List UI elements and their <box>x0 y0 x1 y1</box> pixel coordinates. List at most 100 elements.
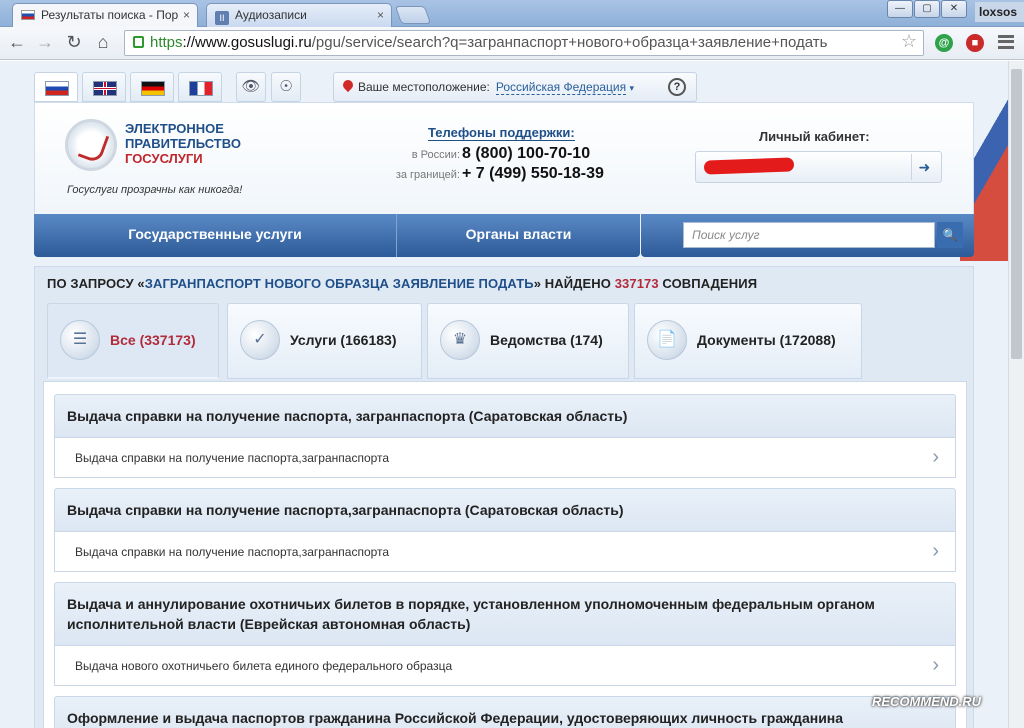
results-summary: ПО ЗАПРОСУ «ЗАГРАНПАСПОРТ НОВОГО ОБРАЗЦА… <box>47 276 757 291</box>
search-icon[interactable]: 🔍 <box>937 222 963 248</box>
profile-name[interactable]: loxsos <box>975 2 1024 22</box>
browser-tab-audio[interactable]: II Аудиозаписи × <box>206 3 392 27</box>
browser-toolbar: ← → ↻ ⌂ https://www.gosuslugi.ru/pgu/ser… <box>0 27 1024 60</box>
tab-title: Аудиозаписи <box>235 8 307 22</box>
red-extension-icon[interactable]: ■ <box>966 34 984 52</box>
result-service-link[interactable]: Выдача справки на получение паспорта,заг… <box>54 438 956 478</box>
coat-of-arms-icon: ♛ <box>440 320 480 360</box>
redacted-username <box>703 157 795 175</box>
nav-authorities[interactable]: Органы власти <box>397 214 640 257</box>
location-selector: Ваше местоположение: Российская Федерация… <box>333 72 697 102</box>
phone-label: за границей: <box>395 169 460 181</box>
bookmark-star-icon[interactable]: ☆ <box>901 31 917 52</box>
home-icon[interactable]: ⌂ <box>92 32 114 53</box>
phones-title[interactable]: Телефоны поддержки: <box>428 125 575 141</box>
chevron-right-icon: › <box>932 446 939 468</box>
logo-line-3: ГОСУСЛУГИ <box>125 151 203 166</box>
help-icon[interactable]: ? <box>668 78 686 96</box>
language-fr-button[interactable] <box>178 72 222 102</box>
url-host: ://www.gosuslugi.ru <box>182 34 312 51</box>
cabinet-user-box[interactable]: ➜ <box>695 151 942 183</box>
back-arrow-icon[interactable]: ← <box>6 32 28 53</box>
checkmark-icon: ✓ <box>240 320 280 360</box>
phone-number: + 7 (499) 550-18-39 <box>462 165 604 182</box>
list-icon: ☰ <box>60 320 100 360</box>
pause-icon: II <box>215 11 229 25</box>
location-label: Ваше местоположение: <box>358 80 490 94</box>
support-phones: Телефоны поддержки: в России: 8 (800) 10… <box>390 125 630 185</box>
russia-flag-icon <box>21 10 35 20</box>
new-tab-button[interactable] <box>394 6 432 24</box>
maximize-button[interactable]: ▢ <box>914 0 940 18</box>
location-pin-icon <box>340 77 356 93</box>
summary-suffix: СОВПАДЕНИЯ <box>658 276 758 291</box>
site-slogan: Госуслуги прозрачны как никогда! <box>67 184 243 196</box>
summary-prefix: ПО ЗАПРОСУ « <box>47 276 145 291</box>
chevron-right-icon: › <box>932 654 939 676</box>
page-content: 👁 ☉ Ваше местоположение: Российская Федер… <box>0 61 1008 728</box>
result-title[interactable]: Выдача и аннулирование охотничьих билето… <box>54 582 956 646</box>
tab-documents[interactable]: 📄 Документы (172088) <box>634 303 862 379</box>
search-query: ЗАГРАНПАСПОРТ НОВОГО ОБРАЗЦА ЗАЯВЛЕНИЕ П… <box>144 276 534 291</box>
logout-icon[interactable]: ➜ <box>911 154 937 180</box>
service-search: Поиск услуг 🔍 <box>641 214 974 257</box>
lock-icon <box>133 36 144 48</box>
tab-label: Услуги (166183) <box>290 332 397 348</box>
watermark: RECOMMEND.RU <box>872 694 982 709</box>
result-service-label: Выдача справки на получение паспорта,заг… <box>75 451 390 465</box>
menu-icon[interactable] <box>998 35 1014 49</box>
language-de-button[interactable] <box>130 72 174 102</box>
results-count: 337173 <box>614 276 659 291</box>
browser-tab-search-results[interactable]: Результаты поиска - Пор × <box>12 3 198 28</box>
minimize-button[interactable]: — <box>887 0 913 18</box>
service-search-input[interactable]: Поиск услуг <box>683 222 935 248</box>
url-path: /pgu/service/search?q=загранпаспорт+ново… <box>311 34 828 51</box>
tab-label: Ведомства (174) <box>490 332 603 348</box>
compass-icon[interactable]: ☉ <box>271 72 301 102</box>
result-title[interactable]: Выдача справки на получение паспорта, за… <box>54 394 956 438</box>
result-title[interactable]: Оформление и выдача паспортов гражданина… <box>54 696 956 728</box>
site-header: ЭЛЕКТРОННОЕ ПРАВИТЕЛЬСТВО ГОСУСЛУГИ Госу… <box>34 102 974 214</box>
site-logo-text[interactable]: ЭЛЕКТРОННОЕ ПРАВИТЕЛЬСТВО ГОСУСЛУГИ <box>125 121 241 166</box>
browser-tab-strip: Результаты поиска - Пор × II Аудиозаписи … <box>0 0 1024 28</box>
reload-icon[interactable]: ↻ <box>63 32 85 53</box>
tab-close-icon[interactable]: × <box>183 8 190 22</box>
result-service-link[interactable]: Выдача нового охотничьего билета единого… <box>54 646 956 686</box>
page-scrollbar[interactable] <box>1008 61 1024 728</box>
gosuslugi-logo-icon[interactable] <box>65 119 117 171</box>
germany-flag-icon <box>141 81 165 96</box>
nav-gov-services[interactable]: Государственные услуги <box>34 214 396 257</box>
uk-flag-icon <box>93 81 117 96</box>
phone-number: 8 (800) 100-70-10 <box>462 145 591 162</box>
language-en-button[interactable] <box>82 72 126 102</box>
summary-middle: » НАЙДЕНО <box>533 276 615 291</box>
language-ru-button[interactable] <box>34 72 78 102</box>
phone-row: в России: 8 (800) 100-70-10 <box>390 145 630 165</box>
accessibility-eye-icon[interactable]: 👁 <box>236 72 266 102</box>
result-service-link[interactable]: Выдача справки на получение паспорта,заг… <box>54 532 956 572</box>
location-region-dropdown[interactable]: Российская Федерация <box>495 80 627 95</box>
tab-departments[interactable]: ♛ Ведомства (174) <box>427 303 629 379</box>
close-window-button[interactable]: ✕ <box>941 0 967 18</box>
tab-label: Документы (172088) <box>697 332 836 348</box>
tab-close-icon[interactable]: × <box>377 8 384 22</box>
results-list: Выдача справки на получение паспорта, за… <box>43 381 967 728</box>
france-flag-icon <box>189 81 213 96</box>
address-bar[interactable]: https://www.gosuslugi.ru/pgu/service/sea… <box>124 30 924 56</box>
documents-icon: 📄 <box>647 320 687 360</box>
cabinet-title: Личный кабинет: <box>759 129 870 144</box>
phone-label: в России: <box>411 149 460 161</box>
scrollbar-thumb[interactable] <box>1011 69 1022 359</box>
tab-services[interactable]: ✓ Услуги (166183) <box>227 303 422 379</box>
logo-line-2: ПРАВИТЕЛЬСТВО <box>125 136 241 151</box>
result-service-label: Выдача справки на получение паспорта,заг… <box>75 545 390 559</box>
result-title[interactable]: Выдача справки на получение паспорта,заг… <box>54 488 956 532</box>
main-navigation: Государственные услуги Органы власти <box>34 214 640 257</box>
green-extension-icon[interactable]: @ <box>935 34 953 52</box>
result-service-label: Выдача нового охотничьего билета единого… <box>75 659 453 673</box>
tab-title: Результаты поиска - Пор <box>41 8 179 22</box>
forward-arrow-icon[interactable]: → <box>34 32 56 53</box>
tab-all[interactable]: ☰ Все (337173) <box>47 303 219 379</box>
russia-flag-icon <box>45 81 69 96</box>
tab-label: Все (337173) <box>110 332 196 348</box>
